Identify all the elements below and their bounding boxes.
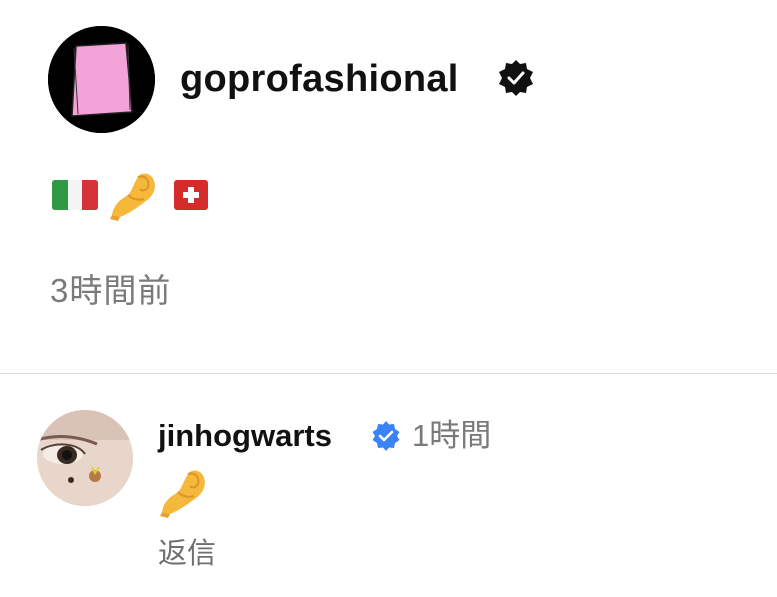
post-timestamp: 3時間前 <box>50 272 172 309</box>
comment-username[interactable]: jinhogwarts <box>158 416 332 456</box>
comment-timestamp: 1時間 <box>412 418 492 453</box>
verified-badge-icon <box>499 60 533 96</box>
profile-avatar[interactable] <box>48 26 155 133</box>
italy-flag-icon <box>52 180 98 210</box>
pinched-fingers-emoji <box>160 470 205 518</box>
post-username[interactable]: goprofashional <box>180 54 459 104</box>
comment-avatar-image <box>37 410 133 506</box>
avatar-image <box>48 26 155 133</box>
switzerland-flag-icon <box>174 180 208 210</box>
verified-badge-icon <box>372 421 400 451</box>
comment-item: jinhogwarts 1時間 返信 <box>0 374 777 597</box>
post-caption <box>52 170 208 221</box>
pinched-fingers-emoji <box>110 173 155 221</box>
reply-button[interactable]: 返信 <box>158 534 216 574</box>
post-header: goprofashional 3時間前 <box>0 0 777 373</box>
comment-avatar[interactable] <box>37 410 133 506</box>
